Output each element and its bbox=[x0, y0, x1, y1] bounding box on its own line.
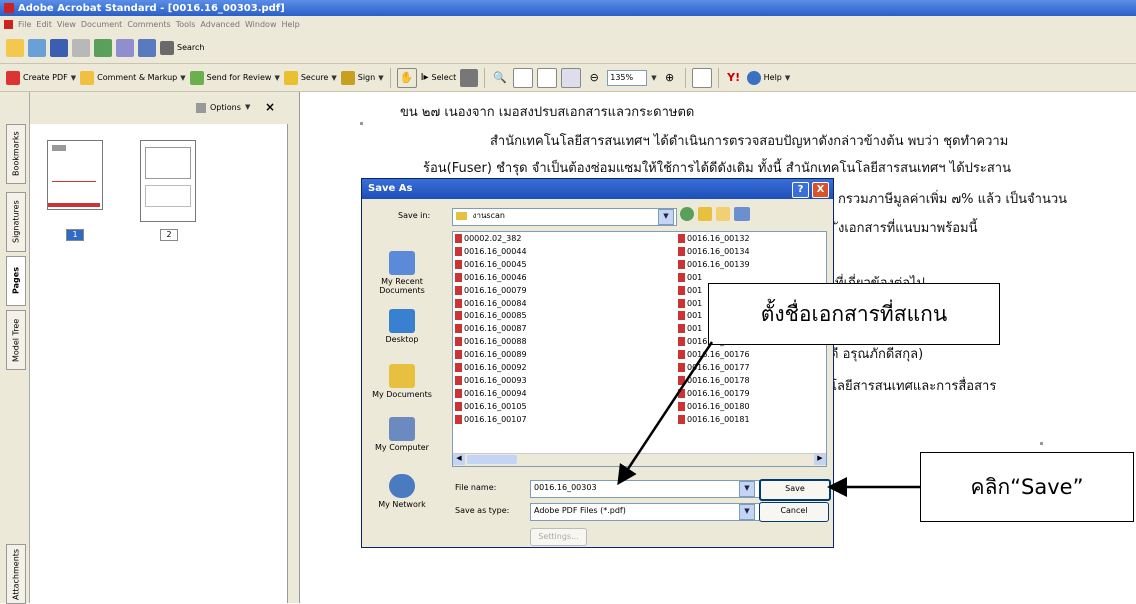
annotation-arrows bbox=[617, 341, 920, 497]
arrow-to-file-name bbox=[617, 341, 714, 486]
